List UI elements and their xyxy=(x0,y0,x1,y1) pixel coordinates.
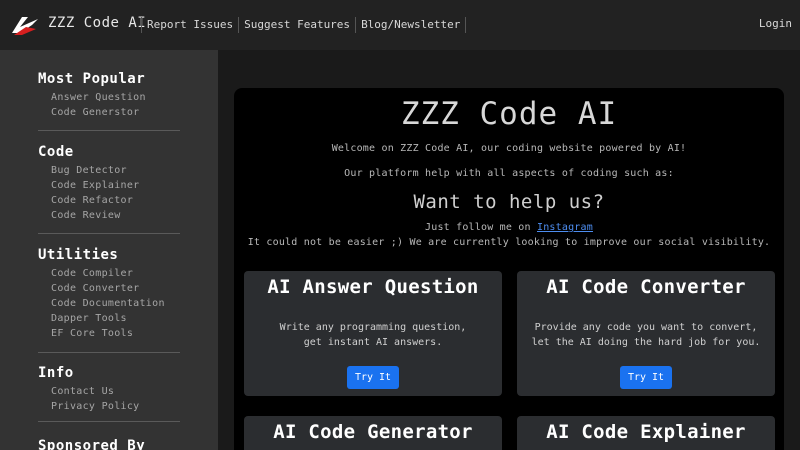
card-title: AI Answer Question xyxy=(267,276,479,298)
login-link[interactable]: Login xyxy=(759,17,792,30)
sidebar-item-dapper-tools[interactable]: Dapper Tools xyxy=(38,311,180,326)
card-ai-code-converter: AI Code Converter Provide any code you w… xyxy=(517,271,775,396)
sidebar-item-bug-detector[interactable]: Bug Detector xyxy=(38,163,180,178)
sidebar-section-title: Code xyxy=(38,144,74,160)
follow-text: Just follow me on Instagram xyxy=(234,222,784,233)
main-content: ZZZ Code AI Welcome on ZZZ Code AI, our … xyxy=(218,50,800,450)
nav-report-issues[interactable]: Report Issues xyxy=(141,17,240,33)
card-ai-answer-question: AI Answer Question Write any programming… xyxy=(244,271,502,396)
hero-panel: ZZZ Code AI Welcome on ZZZ Code AI, our … xyxy=(234,88,784,450)
sidebar-section-title: Info xyxy=(38,365,74,381)
sidebar-section-most-popular: Most Popular Answer Question Code Geners… xyxy=(38,70,180,120)
follow-prefix: Just follow me on xyxy=(425,222,537,233)
card-title: AI Code Explainer xyxy=(546,421,746,443)
nav-links: Report Issues Suggest Features Blog/News… xyxy=(141,0,467,50)
sidebar-divider xyxy=(38,233,180,234)
sidebar-divider xyxy=(38,352,180,353)
sidebar-item-code-documentation[interactable]: Code Documentation xyxy=(38,296,180,311)
sidebar-item-code-review[interactable]: Code Review xyxy=(38,208,180,223)
nav-suggest-features[interactable]: Suggest Features xyxy=(239,17,357,33)
sidebar-section-title: Most Popular xyxy=(38,71,146,87)
try-it-button[interactable]: Try It xyxy=(620,366,672,389)
zzz-logo-icon[interactable] xyxy=(10,13,40,37)
card-title: AI Code Converter xyxy=(546,276,746,298)
top-navbar: ZZZ Code AI Report Issues Suggest Featur… xyxy=(0,0,800,50)
sidebar-item-code-compiler[interactable]: Code Compiler xyxy=(38,266,180,281)
card-ai-code-explainer: AI Code Explainer xyxy=(517,416,775,450)
sidebar-divider xyxy=(38,130,180,131)
sidebar-item-answer-question[interactable]: Answer Question xyxy=(38,90,180,105)
card-description-line: Provide any code you want to convert, xyxy=(534,322,758,333)
sidebar-item-contact-us[interactable]: Contact Us xyxy=(38,384,180,399)
sidebar-section-info: Info Contact Us Privacy Policy xyxy=(38,364,180,414)
sidebar-item-ef-core-tools[interactable]: EF Core Tools xyxy=(38,326,180,341)
help-title: Want to help us? xyxy=(413,191,605,213)
welcome-text: Welcome on ZZZ Code AI, our coding websi… xyxy=(331,143,687,154)
nav-blog-newsletter[interactable]: Blog/Newsletter xyxy=(356,17,467,33)
card-description-line: let the AI doing the hard job for you. xyxy=(531,337,761,348)
brand-name[interactable]: ZZZ Code AI xyxy=(48,15,146,31)
card-ai-code-generator: AI Code Generator xyxy=(244,416,502,450)
sidebar-section-title: Sponsored By xyxy=(38,438,146,450)
sidebar-item-privacy-policy[interactable]: Privacy Policy xyxy=(38,399,180,414)
sidebar-item-code-refactor[interactable]: Code Refactor xyxy=(38,193,180,208)
card-description: Provide any code you want to convert, le… xyxy=(517,320,775,350)
instagram-link[interactable]: Instagram xyxy=(537,222,593,233)
card-description: Write any programming question, get inst… xyxy=(244,320,502,350)
sidebar-section-utilities: Utilities Code Compiler Code Converter C… xyxy=(38,246,180,341)
card-description-line: Write any programming question, xyxy=(279,322,467,333)
sidebar-item-code-converter[interactable]: Code Converter xyxy=(38,281,180,296)
sidebar-item-code-explainer[interactable]: Code Explainer xyxy=(38,178,180,193)
sidebar-section-sponsored: Sponsored By xyxy=(38,437,180,450)
sidebar-section-code: Code Bug Detector Code Explainer Code Re… xyxy=(38,143,180,223)
sidebar-divider xyxy=(38,421,180,422)
try-it-button[interactable]: Try It xyxy=(347,366,399,389)
visibility-text: It could not be easier ;) We are current… xyxy=(247,237,771,248)
sidebar-item-code-generator[interactable]: Code Generstor xyxy=(38,105,180,120)
card-description-line: get instant AI answers. xyxy=(303,337,443,348)
card-title: AI Code Generator xyxy=(273,421,473,443)
sidebar: Most Popular Answer Question Code Geners… xyxy=(0,50,218,450)
platform-text: Our platform help with all aspects of co… xyxy=(344,168,674,179)
sidebar-section-title: Utilities xyxy=(38,247,119,263)
page-title: ZZZ Code AI xyxy=(400,96,618,132)
